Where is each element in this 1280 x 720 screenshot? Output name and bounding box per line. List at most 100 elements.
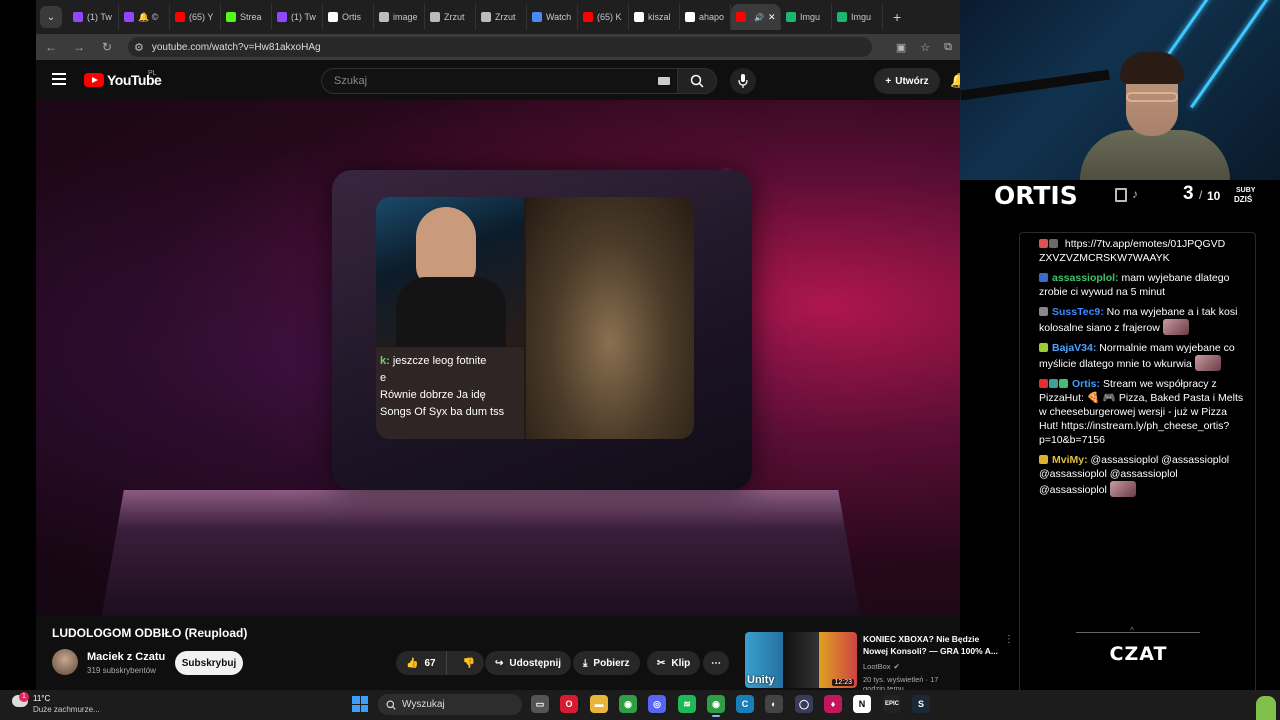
chat-badge-icon [1039, 239, 1048, 248]
spotify-icon[interactable]: ≋ [678, 695, 696, 713]
download-label: Pobierz [593, 657, 630, 669]
browser-tab[interactable]: Imgu [781, 4, 832, 30]
browser-tab[interactable]: Ortis [323, 4, 374, 30]
tab-search-button[interactable]: ⌄ [40, 6, 62, 28]
more-actions-button[interactable]: ⋯ [703, 651, 729, 675]
keyboard-icon[interactable] [658, 77, 670, 85]
browser-tab[interactable]: (1) Tw [68, 4, 119, 30]
cast-icon[interactable]: ▣ [896, 41, 906, 54]
weather-description[interactable]: Duże zachmurze... [33, 705, 100, 714]
browser-tab[interactable]: 🔊 ✕ [731, 4, 781, 30]
chat-badge-icon [1049, 379, 1058, 388]
site-info-icon[interactable]: ⚙ [134, 41, 144, 54]
chat-message-list: https://7tv.app/emotes/01JPQGVD ZXVZVZMC… [1039, 237, 1244, 503]
browser-tab[interactable]: 🔔 © [119, 4, 170, 30]
chat-username[interactable]: assassioplol: [1052, 272, 1119, 284]
like-button[interactable]: 👍 67 [396, 651, 447, 675]
sub-goal-target: 10 [1207, 189, 1221, 203]
streamer-glasses [1126, 92, 1178, 102]
chat-username[interactable]: Ortis: [1072, 378, 1100, 390]
url-text[interactable]: youtube.com/watch?v=Hw81akxoHAg [152, 42, 321, 53]
chat-username[interactable]: BajaV34: [1052, 342, 1096, 354]
search-input[interactable] [321, 68, 677, 94]
url-field[interactable]: ⚙ youtube.com/watch?v=Hw81akxoHAg [128, 37, 872, 57]
reload-icon[interactable]: ↻ [100, 40, 114, 54]
maps-pin-icon[interactable]: ♦ [824, 695, 842, 713]
recommended-thumbnail[interactable]: Unity 12:23 [745, 632, 857, 688]
opera-icon[interactable]: O [560, 695, 578, 713]
taskbar-search-label: Wyszukaj [402, 699, 445, 710]
browser-tab[interactable]: (65) Y [170, 4, 221, 30]
recommended-title[interactable]: KONIEC XBOXA? Nie Będzie Nowej Konsoli? … [863, 633, 998, 657]
tab-favicon-icon [532, 12, 542, 22]
channel-avatar[interactable] [52, 649, 78, 675]
steam-icon[interactable]: S [912, 695, 930, 713]
notion-icon[interactable]: N [853, 695, 871, 713]
video-duration: 12:23 [832, 679, 854, 686]
windows-start-icon[interactable] [352, 696, 368, 712]
download-button[interactable]: ⤓ Pobierz [573, 651, 640, 675]
browser-tab[interactable]: ahapo [680, 4, 731, 30]
file-explorer-icon[interactable]: ▬ [590, 695, 608, 713]
browser-tab[interactable]: Imgu [832, 4, 883, 30]
bookmark-star-icon[interactable]: ☆ [920, 41, 930, 54]
chat-badge-icon [1039, 307, 1048, 316]
weather-temperature[interactable]: 11°C [33, 694, 50, 703]
tab-strip: ⌄ (1) Tw 🔔 © (65) Y Strea (1) Tw Ortis image Zr… [36, 0, 960, 34]
taskbar-search[interactable]: Wyszukaj [378, 694, 522, 715]
tab-audio-icon[interactable]: 🔊 [754, 13, 764, 22]
tab-close-icon[interactable]: ✕ [768, 12, 776, 23]
search-button[interactable] [677, 68, 717, 94]
recommended-more-icon[interactable]: ⋮ [1004, 634, 1014, 645]
tv-chat-text: Songs Of Syx ba dum tss [380, 406, 505, 418]
tab-favicon-icon [837, 12, 847, 22]
chrome-active-icon[interactable]: ◉ [707, 695, 725, 717]
chrome-icon[interactable]: ◉ [619, 695, 637, 713]
tab-label: (1) Tw [87, 12, 112, 22]
tv-chat-text: jeszcze leog fotnite [389, 355, 487, 367]
channel-name[interactable]: Maciek z Czatu [87, 651, 165, 663]
browser-window: ⌄ (1) Tw 🔔 © (65) Y Strea (1) Tw Ortis image Zr… [36, 0, 1014, 693]
browser-tab[interactable]: (65) K [578, 4, 629, 30]
chat-username[interactable]: MviMy: [1052, 454, 1088, 466]
country-code: PL [148, 70, 157, 77]
obs-icon[interactable]: ◐ [765, 695, 783, 713]
browser-tab[interactable]: (1) Tw [272, 4, 323, 30]
share-button[interactable]: ↪ Udostępnij [485, 651, 572, 675]
browser-tab[interactable]: Zrzut [476, 4, 527, 30]
tab-label: ahapo [699, 12, 725, 22]
epic-games-icon[interactable]: EPIC [883, 695, 901, 713]
sub-goal-separator: / [1199, 188, 1203, 202]
create-button[interactable]: + Utwórz [874, 68, 940, 94]
browser-tab[interactable]: image [374, 4, 425, 30]
voice-search-button[interactable] [730, 68, 756, 94]
browser-tab[interactable]: Strea [221, 4, 272, 30]
discord-icon[interactable]: ◎ [648, 695, 666, 713]
tv-chat-text: e [380, 372, 387, 384]
chat-badge-icon [1039, 379, 1048, 388]
browser-tab[interactable]: kiszal [629, 4, 680, 30]
chat-username[interactable]: SussTec9: [1052, 306, 1104, 318]
new-tab-button[interactable]: + [885, 9, 909, 25]
back-icon[interactable]: ← [44, 40, 58, 54]
task-view-icon[interactable]: ▭ [531, 695, 549, 713]
video-player[interactable]: k: jeszcze leog fotnite e Równie dobrze Ja… [36, 100, 960, 616]
menu-icon[interactable] [52, 73, 66, 85]
thumbs-up-icon: 👍 [406, 657, 419, 669]
streamer-name: ORTIS [994, 181, 1078, 210]
tab-favicon-icon [226, 12, 236, 22]
edge-icon[interactable]: C [736, 695, 754, 713]
subscribe-button[interactable]: Subskrybuj [175, 651, 243, 675]
streamer-webcam [960, 0, 1280, 180]
browser-tab[interactable]: Watch [527, 4, 578, 30]
browser-tab[interactable]: Zrzut [425, 4, 476, 30]
app-circle-icon[interactable]: ◯ [795, 695, 813, 713]
sub-goal-label: SUBY [1236, 187, 1256, 194]
forward-icon[interactable]: → [72, 40, 86, 54]
clip-button[interactable]: ✂ Klip [647, 651, 701, 675]
extensions-icon[interactable]: ⧉ [944, 41, 952, 54]
recommended-channel[interactable]: LootBox ✔ [863, 662, 900, 671]
dislike-button[interactable]: 👎 [453, 651, 485, 675]
create-label: Utwórz [895, 75, 929, 87]
tray-mascot-icon [1256, 696, 1276, 720]
